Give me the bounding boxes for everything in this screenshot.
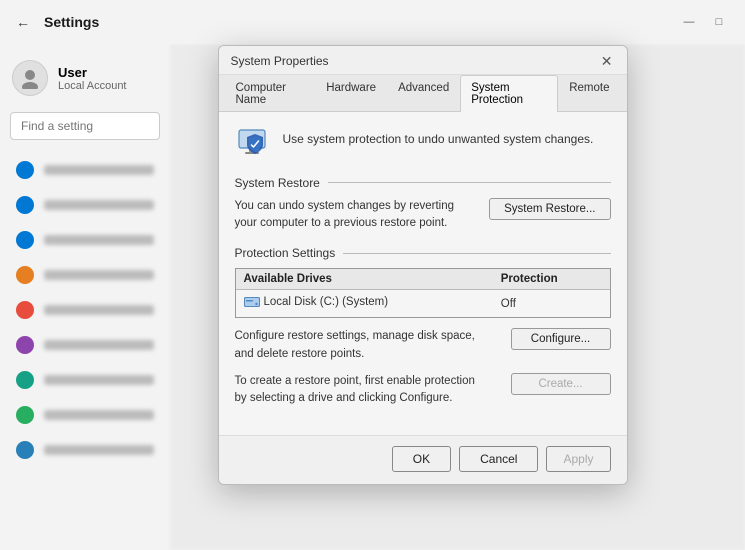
protection-settings-section: Protection Settings Available Drives Pro… xyxy=(235,246,611,407)
col-available-drives: Available Drives xyxy=(236,269,493,290)
configure-row: Configure restore settings, manage disk … xyxy=(235,328,611,363)
dialog-titlebar: System Properties ✕ xyxy=(219,46,627,75)
tab-remote[interactable]: Remote xyxy=(558,75,620,112)
protection-divider xyxy=(343,253,610,254)
create-description: To create a restore point, first enable … xyxy=(235,373,501,408)
section-divider xyxy=(328,182,611,183)
system-restore-title: System Restore xyxy=(235,176,320,190)
configure-description: Configure restore settings, manage disk … xyxy=(235,328,501,363)
protection-table: Available Drives Protection xyxy=(236,269,610,317)
dialog-tabs: Computer Name Hardware Advanced System P… xyxy=(219,75,627,112)
configure-button[interactable]: Configure... xyxy=(511,328,611,350)
dialog-title: System Properties xyxy=(231,54,329,68)
create-line2: by selecting a drive and clicking Config… xyxy=(235,392,453,404)
tab-advanced[interactable]: Advanced xyxy=(387,75,460,112)
system-restore-line2: your computer to a previous restore poin… xyxy=(235,217,448,229)
ok-button[interactable]: OK xyxy=(392,446,451,472)
protection-table-wrap: Available Drives Protection xyxy=(235,268,611,318)
dialog-overlay: System Properties ✕ Computer Name Hardwa… xyxy=(0,0,745,550)
drive-svg xyxy=(244,295,260,309)
system-properties-dialog: System Properties ✕ Computer Name Hardwa… xyxy=(218,45,628,486)
drive-icon: Local Disk (C:) (System) xyxy=(244,295,389,309)
system-restore-title-row: System Restore xyxy=(235,176,611,190)
tab-hardware[interactable]: Hardware xyxy=(315,75,387,112)
tab-computer-name[interactable]: Computer Name xyxy=(225,75,316,112)
dialog-footer: OK Cancel Apply xyxy=(219,435,627,484)
dialog-header: Use system protection to undo unwanted s… xyxy=(235,126,611,162)
protection-title: Protection Settings xyxy=(235,246,336,260)
protection-cell: Off xyxy=(493,290,610,318)
system-restore-line1: You can undo system changes by reverting xyxy=(235,200,455,212)
create-line1: To create a restore point, first enable … xyxy=(235,375,475,387)
drive-name: Local Disk (C:) (System) xyxy=(264,296,389,308)
create-button[interactable]: Create... xyxy=(511,373,611,395)
system-restore-section: System Restore You can undo system chang… xyxy=(235,176,611,233)
system-restore-row: You can undo system changes by reverting… xyxy=(235,198,611,233)
protection-title-row: Protection Settings xyxy=(235,246,611,260)
apply-button[interactable]: Apply xyxy=(546,446,610,472)
create-row: To create a restore point, first enable … xyxy=(235,373,611,408)
dialog-content: Use system protection to undo unwanted s… xyxy=(219,112,627,436)
shield-icon xyxy=(235,126,271,162)
drive-cell: Local Disk (C:) (System) xyxy=(236,290,493,318)
cancel-button[interactable]: Cancel xyxy=(459,446,538,472)
col-protection: Protection xyxy=(493,269,610,290)
configure-line1: Configure restore settings, manage disk … xyxy=(235,330,475,342)
system-restore-button[interactable]: System Restore... xyxy=(489,198,610,220)
table-row[interactable]: Local Disk (C:) (System) Off xyxy=(236,290,610,318)
close-button[interactable]: ✕ xyxy=(599,54,615,68)
system-restore-description: You can undo system changes by reverting… xyxy=(235,198,480,233)
dialog-header-text: Use system protection to undo unwanted s… xyxy=(283,126,594,148)
tab-system-protection[interactable]: System Protection xyxy=(460,75,558,112)
configure-line2: and delete restore points. xyxy=(235,348,365,360)
